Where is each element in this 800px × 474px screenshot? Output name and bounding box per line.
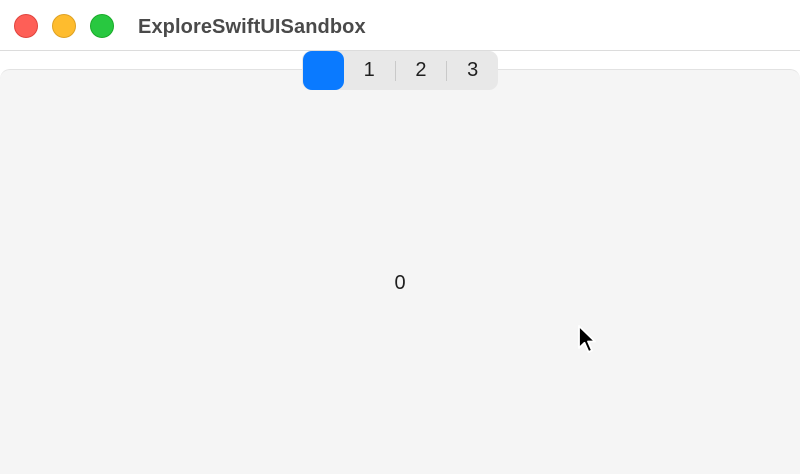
- segment-1[interactable]: 1: [344, 51, 395, 90]
- app-window: ExploreSwiftUISandbox 1 2 3 0: [0, 0, 800, 474]
- mouse-pointer-icon: [578, 325, 596, 353]
- segment-0[interactable]: [303, 51, 344, 90]
- minimize-window-button[interactable]: [52, 14, 76, 38]
- segment-2[interactable]: 2: [396, 51, 447, 90]
- segment-3[interactable]: 3: [447, 51, 498, 90]
- window-title: ExploreSwiftUISandbox: [138, 16, 366, 38]
- title-bar: ExploreSwiftUISandbox: [0, 0, 800, 51]
- zoom-window-button[interactable]: [90, 14, 114, 38]
- selected-value-label: 0: [394, 272, 406, 294]
- segmented-control: 1 2 3: [302, 51, 498, 90]
- close-window-button[interactable]: [14, 14, 38, 38]
